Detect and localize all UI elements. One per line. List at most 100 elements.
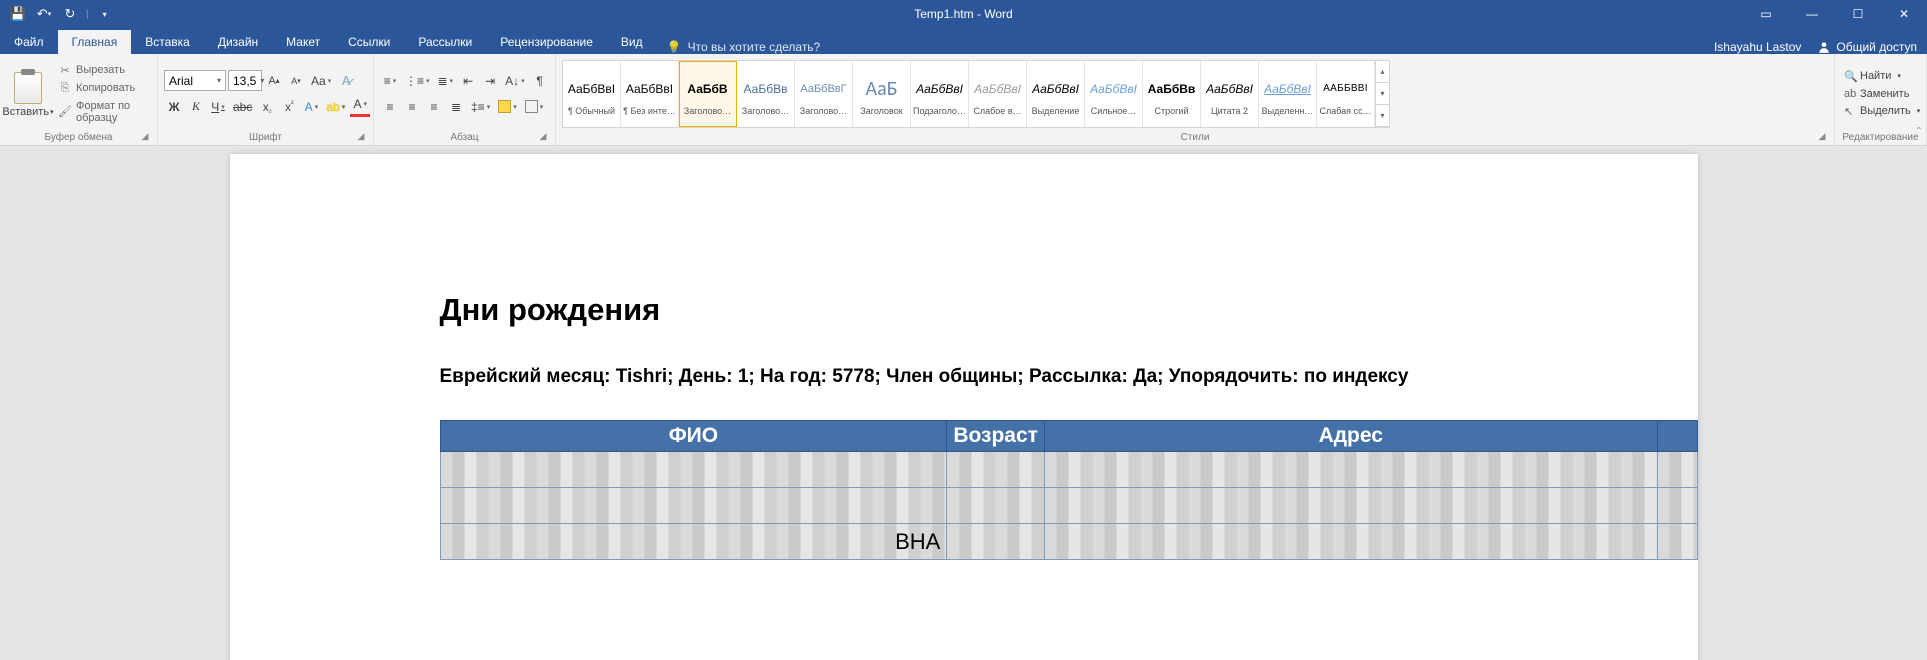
table-row[interactable]: ВНА xyxy=(440,524,1697,560)
underline-button[interactable]: Ч xyxy=(208,96,228,117)
close-icon[interactable]: ✕ xyxy=(1881,0,1927,28)
col-addr[interactable]: Адрес xyxy=(1044,421,1657,452)
tab-references[interactable]: Ссылки xyxy=(334,30,404,54)
minimize-icon[interactable]: ― xyxy=(1789,0,1835,28)
decrease-indent-button[interactable]: ⇤ xyxy=(458,70,478,91)
copy-button[interactable]: ⎘Копировать xyxy=(54,81,151,96)
find-button[interactable]: 🔍Найти ▾ xyxy=(1841,68,1923,85)
borders-button[interactable] xyxy=(522,96,547,117)
tab-review[interactable]: Рецензирование xyxy=(486,30,607,54)
font-size-combo[interactable]: 13,5▾ xyxy=(228,70,262,91)
select-button[interactable]: ↖Выделить ▾ xyxy=(1841,103,1923,120)
tab-file[interactable]: Файл xyxy=(0,30,58,54)
share-button[interactable]: Общий доступ xyxy=(1817,40,1917,54)
align-right-button[interactable]: ≡ xyxy=(424,96,444,117)
strikethrough-button[interactable]: abc xyxy=(230,96,255,117)
increase-indent-button[interactable]: ⇥ xyxy=(480,70,500,91)
grow-font-button[interactable]: A▴ xyxy=(264,70,284,91)
style-item[interactable]: АаБбВвІ¶ Без инте… xyxy=(621,61,679,127)
styles-dialog-launcher[interactable]: ◢ xyxy=(1816,131,1828,143)
tab-layout[interactable]: Макет xyxy=(272,30,334,54)
style-item[interactable]: АаБбВвІВыделение xyxy=(1027,61,1085,127)
col-fio[interactable]: ФИО xyxy=(440,421,947,452)
text-effects-button[interactable]: A xyxy=(301,96,321,117)
show-marks-button[interactable]: ¶ xyxy=(530,70,550,91)
clipboard-dialog-launcher[interactable]: ◢ xyxy=(139,131,151,143)
border-icon xyxy=(525,100,538,113)
tab-view[interactable]: Вид xyxy=(607,30,657,54)
paste-button[interactable]: Вставить ▾ xyxy=(6,70,50,118)
tab-design[interactable]: Дизайн xyxy=(204,30,272,54)
bullets-button[interactable]: ≡ xyxy=(380,70,400,91)
justify-button[interactable]: ≣ xyxy=(446,96,466,117)
numbering-button[interactable]: ⋮≡ xyxy=(402,70,433,91)
col-age[interactable]: Возраст xyxy=(947,421,1045,452)
user-name[interactable]: Ishayahu Lastov xyxy=(1714,40,1801,54)
shrink-font-button[interactable]: A▾ xyxy=(286,70,306,91)
group-styles: АаБбВвІ¶ ОбычныйАаБбВвІ¶ Без инте…АаБбВЗ… xyxy=(556,54,1835,145)
document-area[interactable]: Дни рождения Еврейский месяц: Tishri; Де… xyxy=(0,146,1927,660)
font-color-button[interactable]: A xyxy=(350,96,370,117)
gallery-scroll-button[interactable]: ▾ xyxy=(1376,83,1389,105)
sort-button[interactable]: A↓ xyxy=(502,70,528,91)
save-icon[interactable]: 💾 xyxy=(8,4,28,24)
multilevel-button[interactable]: ≣ xyxy=(435,70,457,91)
font-dialog-launcher[interactable]: ◢ xyxy=(355,131,367,143)
style-item[interactable]: ААББВВІСлабая сс… xyxy=(1317,61,1375,127)
redo-icon[interactable]: ↻ xyxy=(60,4,80,24)
doc-subline[interactable]: Еврейский месяц: Tishri; День: 1; На год… xyxy=(440,366,1698,388)
doc-heading[interactable]: Дни рождения xyxy=(440,292,1698,328)
clear-formatting-button[interactable]: A̷ xyxy=(336,70,356,91)
style-item[interactable]: АаБбВвСтрогий xyxy=(1143,61,1201,127)
bold-button[interactable]: Ж xyxy=(164,96,184,117)
tab-insert[interactable]: Вставка xyxy=(131,30,204,54)
replace-button[interactable]: abЗаменить xyxy=(1841,86,1923,102)
paragraph-dialog-launcher[interactable]: ◢ xyxy=(537,131,549,143)
cut-button[interactable]: ✂Вырезать xyxy=(54,63,151,78)
lightbulb-icon: 💡 xyxy=(667,40,682,54)
style-item[interactable]: АаБбВвІВыделенн… xyxy=(1259,61,1317,127)
document-title: Temp1.htm - Word xyxy=(914,7,1012,21)
font-name-combo[interactable]: Arial▾ xyxy=(164,70,226,91)
copy-icon: ⎘ xyxy=(58,82,72,95)
line-spacing-button[interactable]: ‡≡ xyxy=(468,96,493,117)
undo-icon[interactable]: ↶▾ xyxy=(34,4,54,24)
group-label-paragraph: Абзац xyxy=(450,132,478,143)
ribbon-tabs: Файл Главная Вставка Дизайн Макет Ссылки… xyxy=(0,28,1927,54)
style-item[interactable]: АаБЗаголовок xyxy=(853,61,911,127)
gallery-more-button[interactable]: ▾ xyxy=(1376,105,1389,127)
style-item[interactable]: АаБбВвІПодзаголо… xyxy=(911,61,969,127)
ribbon-display-icon[interactable]: ▭ xyxy=(1743,0,1789,28)
style-item[interactable]: АаБбВвЗаголово… xyxy=(737,61,795,127)
tell-me[interactable]: 💡 Что вы хотите сделать? xyxy=(657,40,831,54)
maximize-icon[interactable]: ☐ xyxy=(1835,0,1881,28)
scissors-icon: ✂ xyxy=(58,64,72,77)
superscript-button[interactable]: x² xyxy=(279,96,299,117)
style-item[interactable]: АаБбВвІСлабое в… xyxy=(969,61,1027,127)
tab-home[interactable]: Главная xyxy=(58,30,132,54)
qat-customize-icon[interactable]: ▾ xyxy=(95,4,115,24)
italic-button[interactable]: К xyxy=(186,96,206,117)
style-item[interactable]: АаБбВвІСильное… xyxy=(1085,61,1143,127)
shading-button[interactable] xyxy=(495,96,520,117)
group-label-editing: Редактирование xyxy=(1842,132,1918,143)
style-item[interactable]: АаБбВЗаголово… xyxy=(679,61,737,127)
col-extra[interactable] xyxy=(1657,421,1697,452)
gallery-scroll-button[interactable]: ▴ xyxy=(1376,61,1389,83)
table-row[interactable] xyxy=(440,452,1697,488)
ribbon: Вставить ▾ ✂Вырезать ⎘Копировать 🖌Формат… xyxy=(0,54,1927,146)
align-center-button[interactable]: ≡ xyxy=(402,96,422,117)
cursor-icon: ↖ xyxy=(1844,105,1856,118)
style-item[interactable]: АаБбВвГЗаголово… xyxy=(795,61,853,127)
align-left-button[interactable]: ≡ xyxy=(380,96,400,117)
highlight-button[interactable]: ab xyxy=(323,96,348,117)
change-case-button[interactable]: Aa xyxy=(308,70,334,91)
tab-mailings[interactable]: Рассылки xyxy=(404,30,486,54)
format-painter-button[interactable]: 🖌Формат по образцу xyxy=(54,99,151,125)
group-font: Arial▾ 13,5▾ A▴ A▾ Aa A̷ Ж К Ч abc x₂ x²… xyxy=(158,54,374,145)
style-item[interactable]: АаБбВвІ¶ Обычный xyxy=(563,61,621,127)
table-row[interactable] xyxy=(440,488,1697,524)
collapse-ribbon-button[interactable]: ˆ xyxy=(1917,125,1921,139)
subscript-button[interactable]: x₂ xyxy=(257,96,277,117)
style-item[interactable]: АаБбВвІЦитата 2 xyxy=(1201,61,1259,127)
